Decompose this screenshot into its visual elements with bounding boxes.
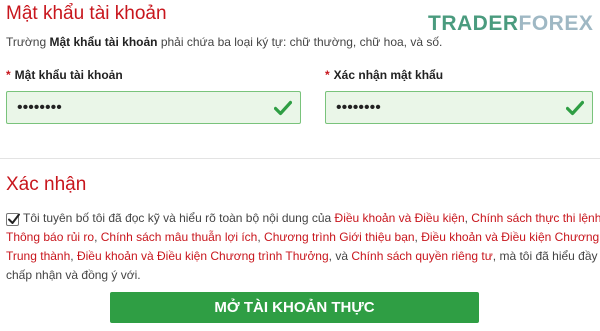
terms-text: , mà tôi đã hiểu đầy đủ, (492, 249, 600, 263)
terms-text: Tôi tuyên bố tôi đã đọc kỹ và hiểu rõ to… (23, 211, 335, 225)
terms-sep: , (94, 230, 101, 244)
checkmark-icon (566, 100, 584, 116)
required-mark: * (325, 68, 330, 82)
password-requirement-text: Trường Mật khẩu tài khoản phải chứa ba l… (6, 35, 442, 49)
confirmation-section-title: Xác nhận (6, 174, 87, 195)
terms-line-2: Thông báo rủi ro, Chính sách mâu thuẫn l… (6, 228, 600, 247)
confirm-password-input[interactable] (326, 92, 592, 123)
confirm-password-label: * Xác nhận mật khẩu (325, 68, 443, 82)
terms-sep: , (70, 249, 77, 263)
logo-forex-text: FOREX (518, 12, 594, 35)
desc-suffix: phải chứa ba loại ký tự: chữ thường, chữ… (157, 35, 443, 49)
order-execution-policy-link[interactable]: Chính sách thực thi lệnh (471, 211, 600, 225)
password-input[interactable] (7, 92, 300, 123)
password-section-title: Mật khẩu tài khoản (6, 3, 167, 24)
password-field[interactable] (6, 91, 301, 124)
terms-and-conditions-link[interactable]: Điều khoản và Điều kiện (335, 211, 465, 225)
confirm-label-text: Xác nhận mật khẩu (333, 68, 444, 82)
confirm-password-field[interactable] (325, 91, 593, 124)
terms-line-1: Tôi tuyên bố tôi đã đọc kỹ và hiểu rõ to… (23, 209, 600, 228)
privacy-policy-link[interactable]: Chính sách quyền riêng tư (351, 249, 492, 263)
required-mark: * (6, 68, 11, 82)
loyalty-program-terms-link[interactable]: Điều khoản và Điều kiện Chương trình (421, 230, 600, 244)
password-label: * Mật khẩu tài khoản (6, 68, 123, 82)
open-real-account-button[interactable]: MỞ TÀI KHOẢN THỰC (110, 292, 479, 323)
password-label-text: Mật khẩu tài khoản (14, 68, 123, 82)
conflict-of-interest-policy-link[interactable]: Chính sách mâu thuẫn lợi ích (101, 230, 258, 244)
checkbox-check-icon (8, 213, 20, 224)
terms-text: chấp nhận và đồng ý với. (6, 268, 141, 282)
loyalty-program-terms-link-cont[interactable]: Trung thành (6, 249, 70, 263)
desc-prefix: Trường (6, 35, 50, 49)
section-divider (0, 158, 600, 159)
referral-program-link[interactable]: Chương trình Giới thiệu bạn (264, 230, 415, 244)
logo-trader-text: TRADER (428, 12, 519, 35)
terms-checkbox[interactable] (6, 213, 20, 226)
terms-line-3: Trung thành, Điều khoản và Điều kiện Chư… (6, 247, 600, 266)
terms-agreement-text: Tôi tuyên bố tôi đã đọc kỹ và hiểu rõ to… (6, 209, 600, 285)
terms-sep: , và (328, 249, 352, 263)
bonus-program-terms-link[interactable]: Điều khoản và Điều kiện Chương trình Thư… (77, 249, 329, 263)
traderforex-logo: TRADERFOREX (428, 12, 593, 36)
desc-bold: Mật khẩu tài khoản (49, 35, 158, 49)
checkmark-icon (274, 100, 292, 116)
risk-disclosure-link[interactable]: Thông báo rủi ro (6, 230, 94, 244)
terms-line-4: chấp nhận và đồng ý với. (6, 266, 599, 285)
